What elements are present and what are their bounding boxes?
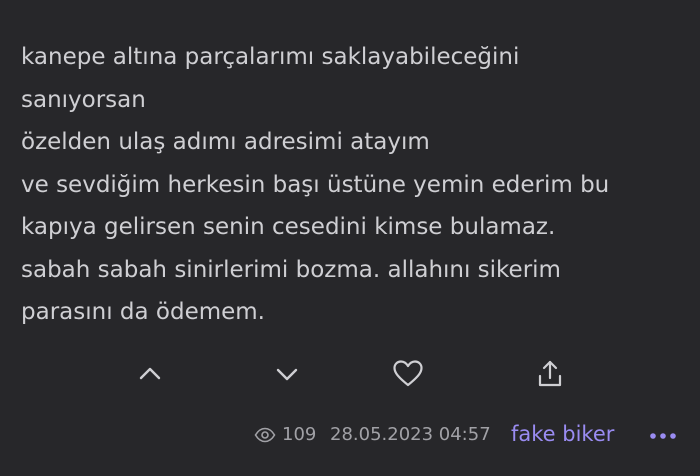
downvote-button[interactable] — [269, 356, 305, 392]
share-button[interactable] — [532, 356, 568, 392]
share-icon — [538, 360, 562, 387]
entry-line: sabah sabah sinirlerimi bozma. allahını … — [21, 256, 561, 283]
entry-line: sanıyorsan — [21, 86, 146, 113]
heart-icon — [393, 360, 423, 387]
view-count: 109 — [254, 424, 316, 445]
entry-line: kapıya gelirsen senin cesedini kimse bul… — [21, 214, 556, 240]
more-dots-icon — [650, 433, 676, 439]
chevron-up-icon — [139, 367, 161, 380]
upvote-button[interactable] — [132, 356, 168, 392]
author-link[interactable]: fake biker — [511, 422, 614, 446]
entry-actions — [0, 356, 700, 392]
entry-date[interactable]: 28.05.2023 04:57 — [330, 424, 491, 445]
entry-meta: 109 28.05.2023 04:57 fake biker — [0, 418, 700, 454]
entry-line: kanepe altına parçalarımı saklayabileceğ… — [21, 44, 520, 70]
chevron-down-icon — [276, 368, 298, 381]
entry-line: ve sevdiğim herkesin başı üstüne yemin e… — [21, 171, 610, 198]
view-count-value: 109 — [282, 424, 317, 445]
entry-line: özelden ulaş adımı adresimi atayım — [21, 129, 430, 155]
eye-icon — [254, 427, 276, 442]
entry-body: kanepe altına parçalarımı saklayabileceğ… — [21, 36, 681, 334]
entry-line: parasını da ödemem. — [21, 299, 265, 325]
favorite-button[interactable] — [390, 356, 426, 392]
more-options-button[interactable] — [648, 422, 678, 450]
